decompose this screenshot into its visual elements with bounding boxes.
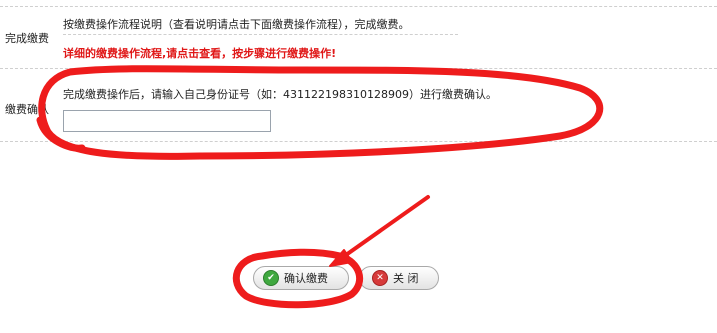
payment-confirm-instruction: 完成缴费操作后，请输入自己身份证号（如：431122198310128909）进… xyxy=(63,88,497,101)
confirm-payment-button[interactable]: ✔ 确认缴费 xyxy=(253,266,349,290)
check-circle-icon: ✔ xyxy=(263,270,279,286)
close-button[interactable]: ✕ 关 闭 xyxy=(359,266,439,290)
complete-payment-instruction: 按缴费操作流程说明（查看说明请点击下面缴费操作流程），完成缴费。 xyxy=(63,18,410,31)
section-divider xyxy=(0,68,717,69)
close-label: 关 闭 xyxy=(393,272,419,285)
instruction-divider xyxy=(63,34,458,35)
payment-process-link[interactable]: 详细的缴费操作流程,请点击查看，按步骤进行缴费操作! xyxy=(63,45,336,61)
bottom-divider xyxy=(0,141,717,142)
complete-payment-label: 完成缴费 xyxy=(5,32,49,45)
top-divider xyxy=(0,6,717,7)
confirm-payment-label: 确认缴费 xyxy=(284,272,328,285)
id-number-input[interactable] xyxy=(63,110,271,132)
x-circle-icon: ✕ xyxy=(372,270,388,286)
payment-confirm-label: 缴费确认 xyxy=(5,103,49,116)
